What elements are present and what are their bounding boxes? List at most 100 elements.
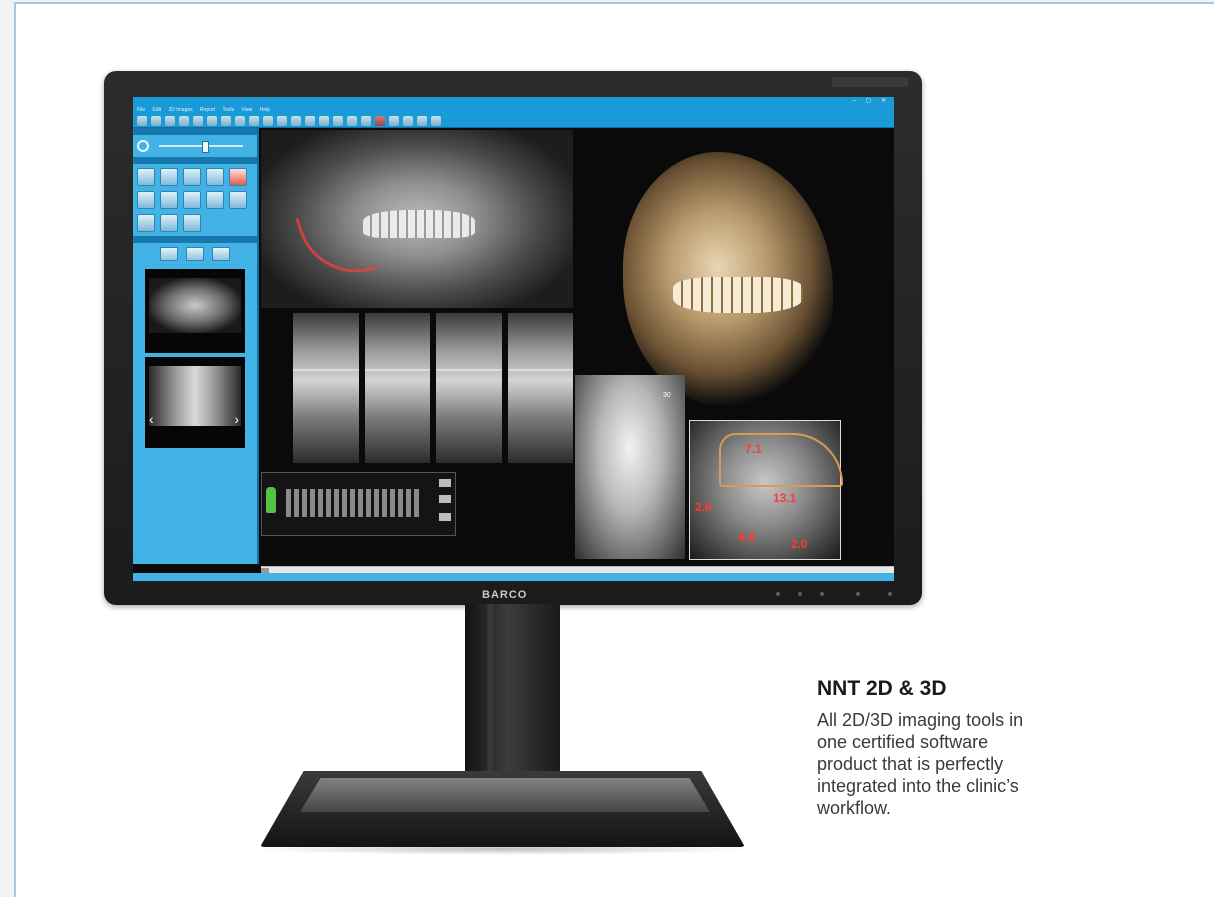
circle-tool-icon[interactable] (183, 191, 201, 209)
intraoral-thumbnail-image (149, 366, 241, 426)
menu-edit[interactable]: Edit (152, 107, 161, 113)
monitor-button[interactable] (798, 592, 802, 596)
panoramic-teeth (363, 210, 475, 238)
contrast-icon[interactable] (235, 115, 245, 126)
patient-figure-icon (266, 487, 276, 513)
save-icon[interactable] (151, 115, 161, 126)
product-title: NNT 2D & 3D (817, 677, 947, 700)
redo-icon[interactable] (403, 115, 413, 126)
delete-tool-icon[interactable] (229, 168, 247, 186)
stand-highlight (487, 604, 493, 794)
measurement-label: 2.6 (695, 500, 712, 514)
thumbnail-panoramic[interactable] (145, 269, 245, 353)
thumbnail-caption (145, 357, 245, 366)
monitor-button[interactable] (820, 592, 824, 596)
stand-base-panel (300, 778, 710, 812)
angle-tool-icon[interactable] (160, 191, 178, 209)
thumbnail-controls (133, 243, 257, 265)
rotate-icon[interactable] (179, 115, 189, 126)
open-icon[interactable] (137, 115, 147, 126)
monitor-screen: – ▢ ✕ File Edit 2D Images Report Tools V… (133, 97, 894, 581)
nerve-icon[interactable] (277, 115, 287, 126)
monitor-button[interactable] (856, 592, 860, 596)
chart-tool-icon[interactable] (439, 495, 451, 503)
line-tool-icon[interactable] (137, 191, 155, 209)
compare-icon[interactable] (186, 247, 204, 261)
undo-icon[interactable] (389, 115, 399, 126)
cross-section-slice[interactable] (507, 313, 573, 463)
app-menubar: File Edit 2D Images Report Tools View He… (133, 106, 894, 114)
brightness-tool-icon[interactable] (160, 168, 178, 186)
thumbnail-intraoral[interactable]: ‹ › (145, 357, 245, 448)
periapical-xray[interactable] (575, 375, 685, 559)
menu-tools[interactable]: Tools (222, 107, 234, 113)
report-icon[interactable] (347, 115, 357, 126)
xray-label: 30 (663, 392, 671, 399)
help-icon[interactable] (431, 115, 441, 126)
power-button[interactable] (888, 592, 892, 596)
next-arrow-icon[interactable]: › (234, 411, 239, 427)
tools-sidebar: ‹ › (133, 128, 259, 564)
chart-tool-icon[interactable] (439, 513, 451, 521)
monitor-logo: BARCO (482, 589, 528, 601)
menu-view[interactable]: View (242, 107, 253, 113)
window-controls[interactable]: – ▢ ✕ (853, 97, 890, 106)
menu-report[interactable]: Report (200, 107, 215, 113)
tooth-tool-icon[interactable] (160, 214, 178, 232)
thumbnail-caption (145, 269, 245, 278)
zoom-panel-header (133, 128, 257, 135)
cross-section-slice[interactable] (364, 313, 430, 463)
blank-tool-icon[interactable] (206, 168, 224, 186)
layout-icon[interactable] (417, 115, 427, 126)
pan-icon[interactable] (221, 115, 231, 126)
magnifier-icon[interactable] (137, 140, 149, 152)
zoom-slider[interactable] (159, 145, 243, 147)
export-icon[interactable] (319, 115, 329, 126)
record-icon[interactable] (375, 115, 385, 126)
status-bar (133, 573, 894, 581)
crop-tool-icon[interactable] (137, 168, 155, 186)
implant-icon[interactable] (263, 115, 273, 126)
cross-section-slice[interactable] (293, 313, 359, 463)
grid-tool-icon[interactable] (183, 214, 201, 232)
angle-icon[interactable] (207, 115, 217, 126)
measurement-label: 6.6 (739, 530, 756, 544)
monitor-model-sticker (832, 77, 908, 87)
filter-icon[interactable] (249, 115, 259, 126)
curve-tool-icon[interactable] (183, 168, 201, 186)
monitor-button[interactable] (776, 592, 780, 596)
pointer-tool-icon[interactable] (137, 214, 155, 232)
slice-icon[interactable] (305, 115, 315, 126)
text-tool-icon[interactable] (229, 191, 247, 209)
zoom-panel (133, 135, 257, 157)
zoom-icon[interactable] (165, 115, 175, 126)
cross-section-slices (293, 313, 573, 463)
zoom-slider-handle[interactable] (202, 141, 209, 153)
tools-grid (133, 164, 257, 236)
monitor-bezel: – ▢ ✕ File Edit 2D Images Report Tools V… (104, 71, 922, 605)
app-titlebar: – ▢ ✕ (133, 97, 894, 106)
measurement-label: 2.0 (791, 537, 808, 551)
prev-arrow-icon[interactable]: ‹ (149, 411, 154, 427)
menu-file[interactable]: File (137, 107, 145, 113)
print-icon[interactable] (333, 115, 343, 126)
thumbnails-panel-header (133, 236, 257, 243)
camera-icon[interactable] (361, 115, 371, 126)
cross-section-slice[interactable] (436, 313, 502, 463)
3d-teeth (673, 277, 803, 313)
menu-help[interactable]: Help (260, 107, 270, 113)
dental-chart-panel[interactable] (261, 472, 456, 536)
import-icon[interactable] (160, 247, 178, 261)
tooth-chart-row[interactable] (286, 489, 422, 517)
measurement-label: 7.1 (745, 442, 762, 456)
tools-panel-header (133, 157, 257, 164)
measurement-label: 13.1 (773, 491, 797, 505)
chart-tool-icon[interactable] (439, 479, 451, 487)
menu-2d-images[interactable]: 2D Images (168, 107, 192, 113)
series-icon[interactable] (212, 247, 230, 261)
product-description: All 2D/3D imaging tools in one certified… (817, 710, 1024, 818)
area-tool-icon[interactable] (206, 191, 224, 209)
app-toolbar (133, 114, 894, 128)
volume-icon[interactable] (291, 115, 301, 126)
measure-icon[interactable] (193, 115, 203, 126)
